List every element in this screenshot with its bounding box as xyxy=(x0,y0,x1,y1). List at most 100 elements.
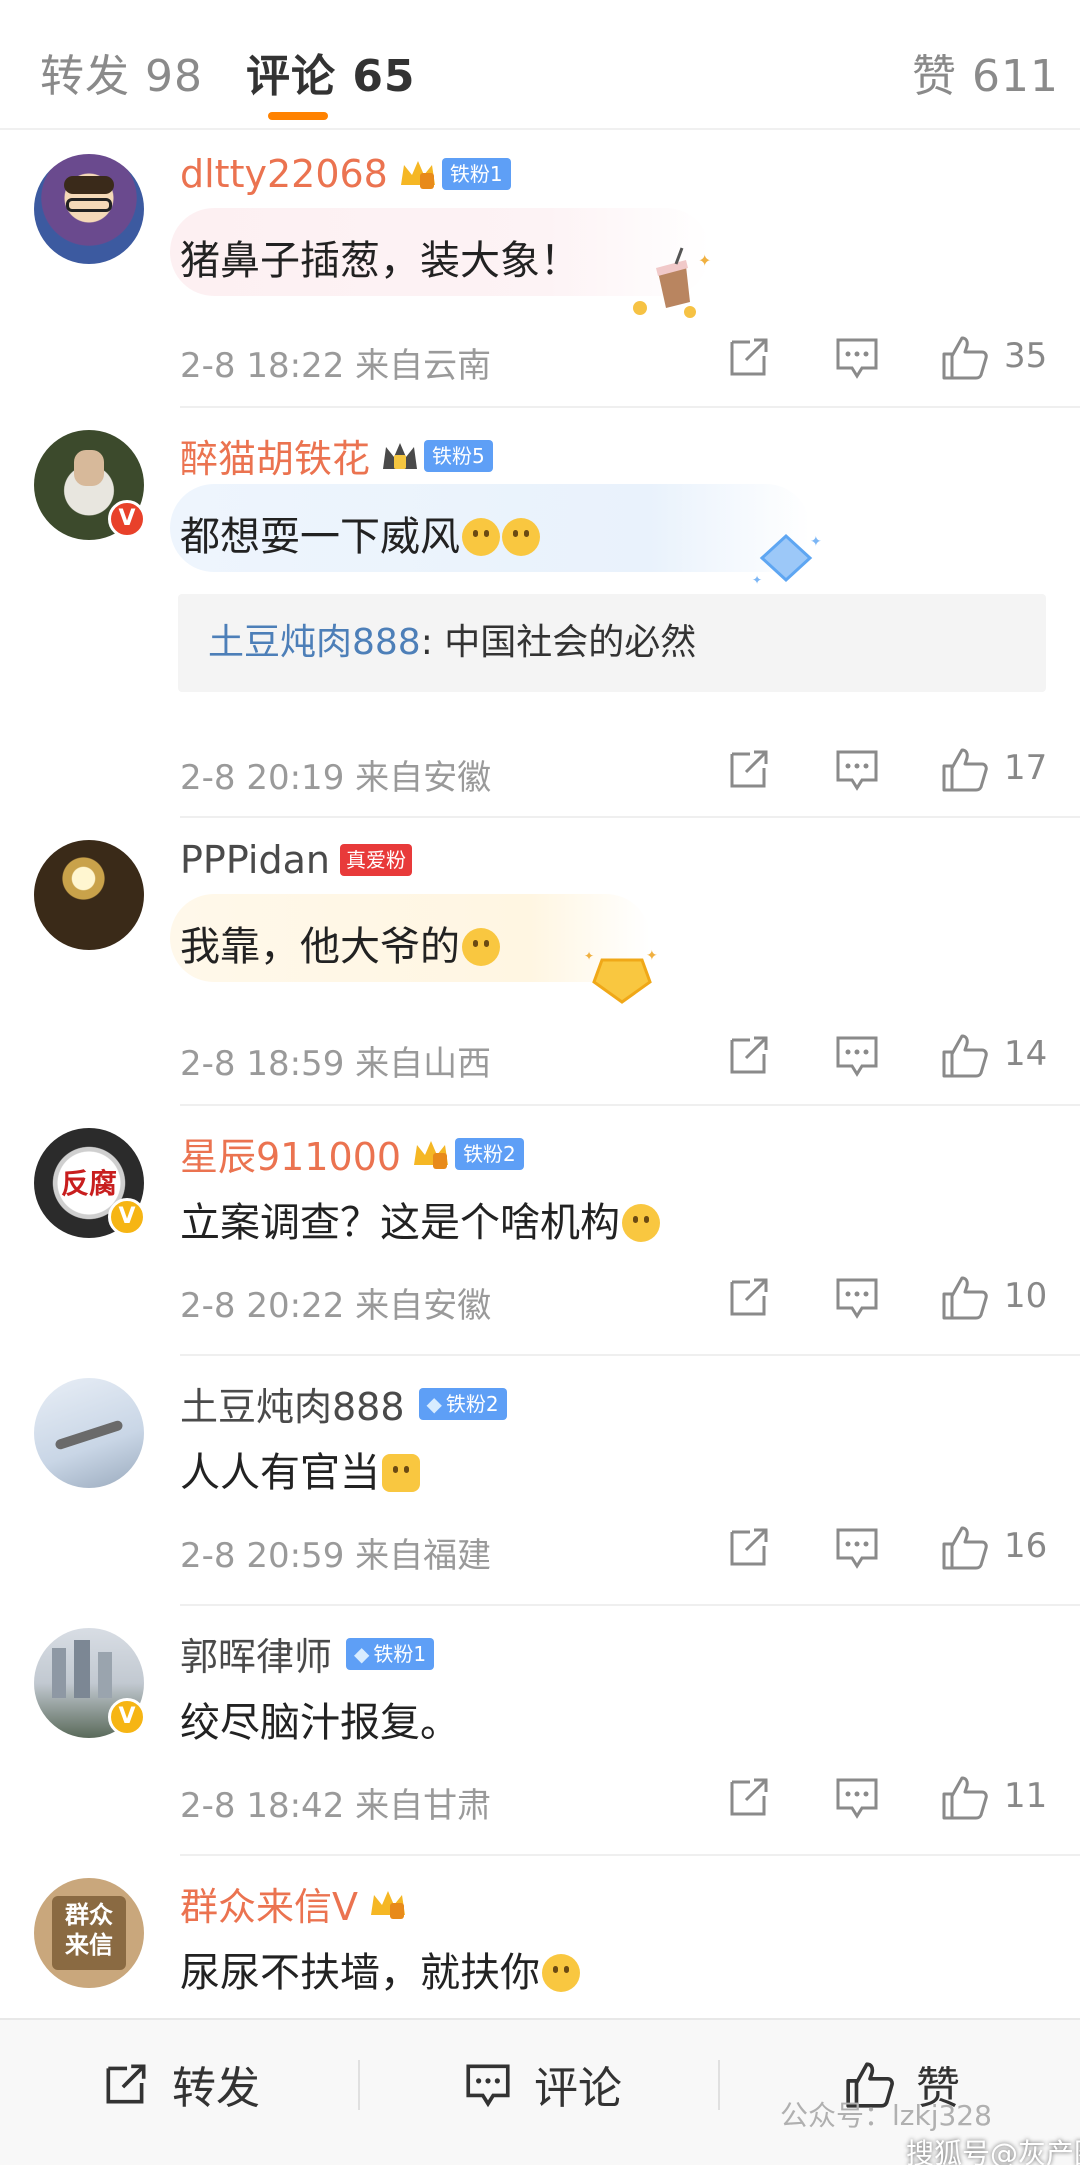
username[interactable]: 群众来信V xyxy=(180,1876,358,1931)
share-icon[interactable] xyxy=(724,1772,774,1822)
like-count: 10 xyxy=(1004,1276,1048,1316)
reply-icon[interactable] xyxy=(832,744,882,794)
avatar-text: 反腐 xyxy=(60,1167,117,1200)
share-icon[interactable] xyxy=(724,1030,774,1080)
fan-badge: 铁粉1 xyxy=(346,1637,435,1670)
repost-label: 转发 xyxy=(172,2063,260,2114)
tab-likes[interactable]: 赞 611 xyxy=(912,40,1059,104)
comment-actions: 10 xyxy=(724,1272,1054,1322)
username[interactable]: dltty22068 xyxy=(180,152,388,196)
avatar[interactable]: V xyxy=(34,1628,146,1738)
comment-icon xyxy=(466,2064,510,2108)
avatar[interactable]: 反腐 V xyxy=(34,1128,146,1238)
username-row: 醉猫胡铁花 铁粉5 xyxy=(180,428,493,483)
verified-badge-icon: V xyxy=(108,500,146,538)
comment-meta: 2-8 18:59 来自山西 xyxy=(180,1044,492,1084)
comment-text: 立案调查？这是个啥机构 xyxy=(180,1190,660,1248)
avatar[interactable] xyxy=(34,840,144,950)
like-button[interactable]: 14 xyxy=(940,1030,1054,1080)
active-tab-indicator xyxy=(268,112,328,120)
reply-icon[interactable] xyxy=(832,1772,882,1822)
avatar[interactable]: V xyxy=(34,430,146,540)
svg-text:✦: ✦ xyxy=(752,573,762,587)
reply-icon[interactable] xyxy=(832,1522,882,1572)
like-button[interactable]: 11 xyxy=(940,1772,1054,1822)
like-button[interactable]: 17 xyxy=(940,744,1054,794)
comment-tabs: 转发 98 评论 65 赞 611 xyxy=(0,0,1080,130)
avatar[interactable] xyxy=(34,1378,144,1488)
fan-badge: 铁粉2 xyxy=(418,1387,507,1420)
username-row: PPPidan 真爱粉 xyxy=(180,838,412,882)
comment-text: 都想耍一下威风 xyxy=(180,504,540,562)
username[interactable]: 土豆炖肉888 xyxy=(180,1376,405,1431)
comment-actions: 11 xyxy=(724,1772,1054,1822)
comment-label: 评论 xyxy=(534,2063,622,2114)
like-button[interactable]: 16 xyxy=(940,1522,1054,1572)
crown-icon xyxy=(414,1140,449,1169)
comment-actions: 17 xyxy=(724,744,1054,794)
comment-meta: 2-8 18:22 来自云南 xyxy=(180,346,492,386)
like-button[interactable]: 10 xyxy=(940,1272,1054,1322)
like-button[interactable]: 35 xyxy=(940,332,1054,382)
share-icon[interactable] xyxy=(724,1272,774,1322)
comment-meta: 2-8 20:59 来自福建 xyxy=(180,1536,492,1576)
comment-item: dltty22068 铁粉1 猪鼻子插葱，装大象！ ✦ 2-8 18:22 来自… xyxy=(0,132,1080,408)
username-row: 群众来信V xyxy=(180,1876,408,1931)
quoted-username[interactable]: 土豆炖肉888 xyxy=(208,622,421,663)
username[interactable]: 郭晖律师 xyxy=(180,1626,332,1681)
like-count: 16 xyxy=(1004,1526,1048,1566)
blue-diamond-sticker-icon: ✦✦ xyxy=(752,533,822,587)
fan-badge: 真爱粉 xyxy=(339,844,412,876)
smile-emoji-icon xyxy=(462,518,500,556)
thumbs-up-icon xyxy=(942,1276,988,1320)
comment-text: 猪鼻子插葱，装大象！ xyxy=(180,238,580,284)
crown-icon xyxy=(383,442,418,469)
like-count: 14 xyxy=(1004,1034,1048,1074)
comment-actions: 16 xyxy=(724,1522,1054,1572)
username-row: 星辰911000 铁粉2 xyxy=(180,1126,524,1181)
share-icon[interactable] xyxy=(724,1522,774,1572)
quoted-reply[interactable]: 土豆炖肉888: 中国社会的必然 xyxy=(178,594,1046,692)
comment-item: 群众来信 群众来信V 尿尿不扶墙，就扶你 xyxy=(0,1856,1080,2016)
verified-badge-icon: V xyxy=(108,1198,146,1236)
smile-emoji-icon xyxy=(502,518,540,556)
separator xyxy=(718,2060,720,2110)
like-count: 17 xyxy=(1004,748,1048,788)
svg-text:✦: ✦ xyxy=(584,949,594,963)
like-count: 11 xyxy=(1004,1776,1048,1816)
comment-item: 土豆炖肉888 铁粉2 人人有官当 2-8 20:59 来自福建 16 xyxy=(0,1356,1080,1606)
thumbs-up-icon xyxy=(942,1034,988,1078)
comment-button[interactable]: 评论 xyxy=(462,2054,622,2114)
reply-icon[interactable] xyxy=(832,1272,882,1322)
repost-button[interactable]: 转发 xyxy=(100,2054,260,2114)
quoted-text: : 中国社会的必然 xyxy=(420,622,697,663)
thumbs-up-icon xyxy=(942,336,988,380)
bottom-action-bar: 转发 评论 赞 公众号：lzkj328 搜狐号@灰产圈 xyxy=(0,2018,1080,2165)
comment-text: 尿尿不扶墙，就扶你 xyxy=(180,1940,580,1998)
username-row: 郭晖律师 铁粉1 xyxy=(180,1626,435,1681)
fan-badge: 铁粉2 xyxy=(455,1137,524,1170)
avatar[interactable] xyxy=(34,154,144,264)
fan-badge: 铁粉1 xyxy=(441,158,511,190)
share-icon[interactable] xyxy=(724,332,774,382)
username[interactable]: 星辰911000 xyxy=(180,1126,401,1181)
verified-badge-icon: V xyxy=(108,1698,146,1736)
tab-comments[interactable]: 评论 65 xyxy=(246,40,416,104)
avatar[interactable]: 群众来信 xyxy=(34,1878,144,1988)
username[interactable]: 醉猫胡铁花 xyxy=(180,428,370,483)
username[interactable]: PPPidan xyxy=(180,838,330,882)
comment-list: dltty22068 铁粉1 猪鼻子插葱，装大象！ ✦ 2-8 18:22 来自… xyxy=(0,132,1080,2016)
comment-item: V 醉猫胡铁花 铁粉5 都想耍一下威风 ✦ ✦ 土豆炖肉888: 中国社会的必然 … xyxy=(0,408,1080,818)
sweat-emoji-icon xyxy=(462,928,500,966)
thumbs-up-icon xyxy=(942,1526,988,1570)
like-count: 35 xyxy=(1004,336,1048,376)
crying-emoji-icon xyxy=(542,1954,580,1992)
reply-icon[interactable] xyxy=(832,1030,882,1080)
avatar-text: 群众来信 xyxy=(65,1901,113,1959)
comment-meta: 2-8 20:19 来自安徽 xyxy=(180,758,492,798)
svg-text:✦: ✦ xyxy=(698,251,711,270)
username-row: dltty22068 铁粉1 xyxy=(180,152,511,196)
reply-icon[interactable] xyxy=(832,332,882,382)
tab-repost[interactable]: 转发 98 xyxy=(40,40,203,104)
share-icon[interactable] xyxy=(724,744,774,794)
